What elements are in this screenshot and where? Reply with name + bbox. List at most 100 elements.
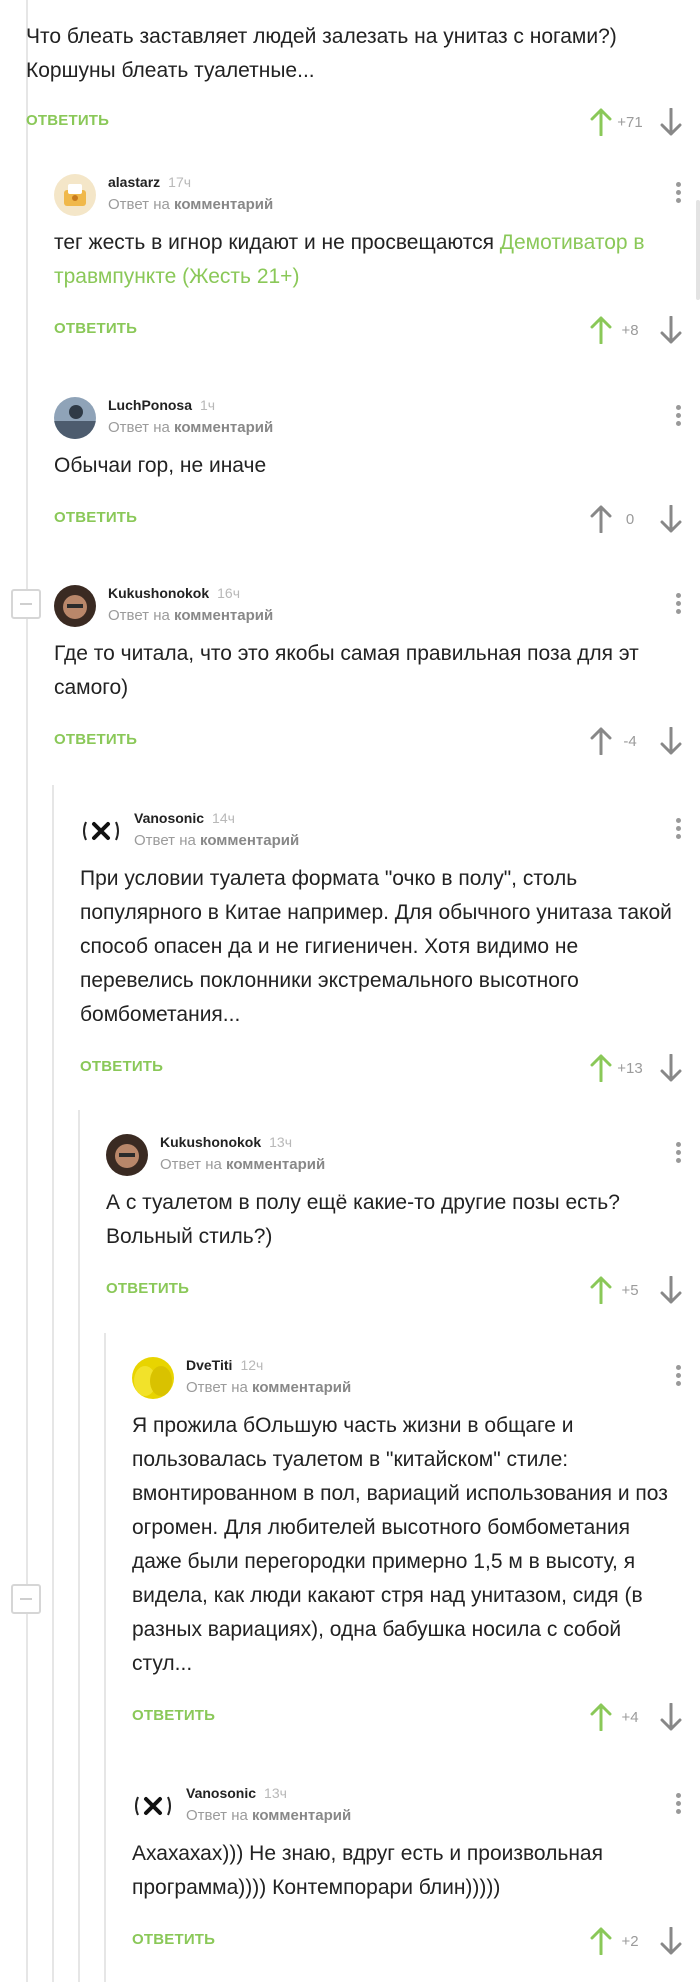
username[interactable]: Kukushonokok 13ч <box>160 1134 292 1150</box>
reply-button[interactable]: ОТВЕТИТЬ <box>132 1931 215 1948</box>
username[interactable]: Vanosonic 13ч <box>186 1785 287 1801</box>
thread-line-level-2 <box>52 785 54 1982</box>
more-options-icon[interactable] <box>676 1142 682 1166</box>
downvote-icon[interactable] <box>660 108 682 136</box>
comment-actions: ОТВЕТИТЬ +8 <box>54 304 700 358</box>
upvote-icon[interactable] <box>590 316 612 344</box>
comment-text: Где то читала, что это якобы самая прави… <box>54 642 639 699</box>
comment-time: 13ч <box>264 1785 287 1801</box>
avatar[interactable] <box>80 810 122 852</box>
downvote-icon[interactable] <box>660 1054 682 1082</box>
avatar[interactable] <box>106 1134 148 1176</box>
avatar[interactable] <box>54 174 96 216</box>
collapse-thread-button[interactable] <box>11 589 41 619</box>
thread-line-level-3 <box>78 1110 80 1982</box>
rating-count: +8 <box>621 322 639 339</box>
upvote-icon[interactable] <box>590 1276 612 1304</box>
downvote-icon[interactable] <box>660 316 682 344</box>
rating-count: +13 <box>617 1060 643 1077</box>
reply-button[interactable]: ОТВЕТИТЬ <box>132 1707 215 1724</box>
comment-time: 12ч <box>240 1357 264 1373</box>
comment: Vanosonic 13ч Ответ на комментарий Ахахах… <box>132 1781 700 1969</box>
downvote-icon[interactable] <box>660 505 682 533</box>
username[interactable]: DveTiti 12ч <box>186 1357 263 1373</box>
upvote-icon[interactable] <box>590 727 612 755</box>
rating-count: +4 <box>621 1709 639 1726</box>
avatar[interactable] <box>132 1785 174 1827</box>
reply-to[interactable]: Ответ на комментарий <box>160 1156 325 1173</box>
comment-time: 13ч <box>269 1134 292 1150</box>
comment-header: alastarz 17ч Ответ на комментарий <box>54 170 700 226</box>
upvote-icon[interactable] <box>590 505 612 533</box>
avatar[interactable] <box>54 585 96 627</box>
more-options-icon[interactable] <box>676 593 682 617</box>
reply-to[interactable]: Ответ на комментарий <box>186 1379 351 1396</box>
more-options-icon[interactable] <box>676 1365 682 1389</box>
reply-to[interactable]: Ответ на комментарий <box>108 419 273 436</box>
username[interactable]: Vanosonic 14ч <box>134 810 235 826</box>
comment-text: Я прожила бОльшую часть жизни в общаге и… <box>132 1414 668 1675</box>
comment-time: 16ч <box>217 585 240 601</box>
comment: DveTiti 12ч Ответ на комментарий Я прожил… <box>132 1353 700 1745</box>
rating-count: 0 <box>625 511 635 528</box>
username[interactable]: alastarz 17ч <box>108 174 191 190</box>
comment-text: тег жесть в игнор кидают и не просвещают… <box>54 231 645 288</box>
comment-text: При условии туалета формата "очко в полу… <box>80 867 672 1026</box>
more-options-icon[interactable] <box>676 182 682 206</box>
comment-actions: ОТВЕТИТЬ +71 <box>26 92 700 146</box>
comment-text: А с туалетом в полу ещё какие-то другие … <box>106 1191 620 1248</box>
reply-button[interactable]: ОТВЕТИТЬ <box>26 112 109 129</box>
comment-text: Обычаи гор, не иначе <box>54 454 267 477</box>
upvote-icon[interactable] <box>590 1054 612 1082</box>
comment-header: Kukushonokok 13ч Ответ на комментарий <box>106 1130 700 1186</box>
collapse-thread-button[interactable] <box>11 1584 41 1614</box>
reply-to[interactable]: Ответ на комментарий <box>108 607 273 624</box>
downvote-icon[interactable] <box>660 1703 682 1731</box>
comment-actions: ОТВЕТИТЬ +4 <box>132 1691 700 1745</box>
comment-actions: ОТВЕТИТЬ -4 <box>54 715 700 769</box>
comment-top: Что блеать заставляет людей залезать на … <box>26 20 700 146</box>
comment: Kukushonokok 13ч Ответ на комментарий А с… <box>106 1130 700 1318</box>
comment-actions: ОТВЕТИТЬ +13 <box>80 1042 700 1096</box>
comment-actions: ОТВЕТИТЬ 0 <box>54 493 700 547</box>
comment-header: DveTiti 12ч Ответ на комментарий <box>132 1353 700 1409</box>
reply-button[interactable]: ОТВЕТИТЬ <box>106 1280 189 1297</box>
thread-line-level-4 <box>104 1333 106 1982</box>
comment-actions: ОТВЕТИТЬ +2 <box>132 1915 700 1969</box>
reply-to[interactable]: Ответ на комментарий <box>134 832 299 849</box>
more-options-icon[interactable] <box>676 818 682 842</box>
downvote-icon[interactable] <box>660 727 682 755</box>
more-options-icon[interactable] <box>676 1793 682 1817</box>
upvote-icon[interactable] <box>590 1703 612 1731</box>
reply-to[interactable]: Ответ на комментарий <box>108 196 273 213</box>
avatar[interactable] <box>132 1357 174 1399</box>
downvote-icon[interactable] <box>660 1276 682 1304</box>
comment-header: LuchPonosa 1ч Ответ на комментарий <box>54 393 700 449</box>
downvote-icon[interactable] <box>660 1927 682 1955</box>
comment-actions: ОТВЕТИТЬ +5 <box>106 1264 700 1318</box>
comment: Kukushonokok 16ч Ответ на комментарий Где… <box>54 581 700 769</box>
upvote-icon[interactable] <box>590 108 612 136</box>
comment-text: Ахахахах))) Не знаю, вдруг есть и произв… <box>132 1842 603 1899</box>
rating-count: -4 <box>623 733 637 750</box>
username[interactable]: LuchPonosa 1ч <box>108 397 215 413</box>
reply-button[interactable]: ОТВЕТИТЬ <box>80 1058 163 1075</box>
avatar[interactable] <box>54 397 96 439</box>
upvote-icon[interactable] <box>590 1927 612 1955</box>
username[interactable]: Kukushonokok 16ч <box>108 585 240 601</box>
comment-header: Kukushonokok 16ч Ответ на комментарий <box>54 581 700 637</box>
more-options-icon[interactable] <box>676 405 682 429</box>
comment-time: 17ч <box>168 174 192 190</box>
thread-line-level-1 <box>26 0 28 1982</box>
comment-time: 1ч <box>200 397 216 413</box>
comment-header: Vanosonic 14ч Ответ на комментарий <box>80 806 700 862</box>
reply-button[interactable]: ОТВЕТИТЬ <box>54 731 137 748</box>
comment: alastarz 17ч Ответ на комментарий тег жес… <box>54 170 700 358</box>
comment-header: Vanosonic 13ч Ответ на комментарий <box>132 1781 700 1837</box>
rating-count: +2 <box>621 1933 639 1950</box>
comment: Vanosonic 14ч Ответ на комментарий При ус… <box>80 806 700 1096</box>
rating-count: +5 <box>621 1282 639 1299</box>
reply-to[interactable]: Ответ на комментарий <box>186 1807 351 1824</box>
reply-button[interactable]: ОТВЕТИТЬ <box>54 320 137 337</box>
reply-button[interactable]: ОТВЕТИТЬ <box>54 509 137 526</box>
